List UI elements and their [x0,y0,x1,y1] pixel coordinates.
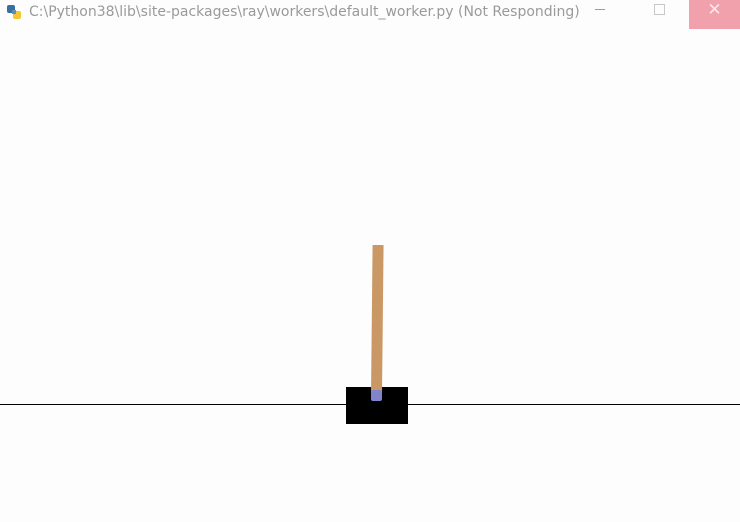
minimize-icon [595,9,605,10]
pole [371,244,384,396]
title-bar[interactable]: C:\Python38\lib\site-packages\ray\worker… [0,0,740,29]
python-icon [6,4,22,20]
app-window: C:\Python38\lib\site-packages\ray\worker… [0,0,740,522]
axle [371,390,382,401]
maximize-button[interactable] [636,0,682,29]
minimize-button[interactable] [577,0,623,29]
close-icon: ✕ [707,0,722,20]
close-button[interactable]: ✕ [689,0,740,29]
maximize-icon [653,4,665,15]
render-viewport [0,29,740,522]
window-title: C:\Python38\lib\site-packages\ray\worker… [29,4,580,20]
